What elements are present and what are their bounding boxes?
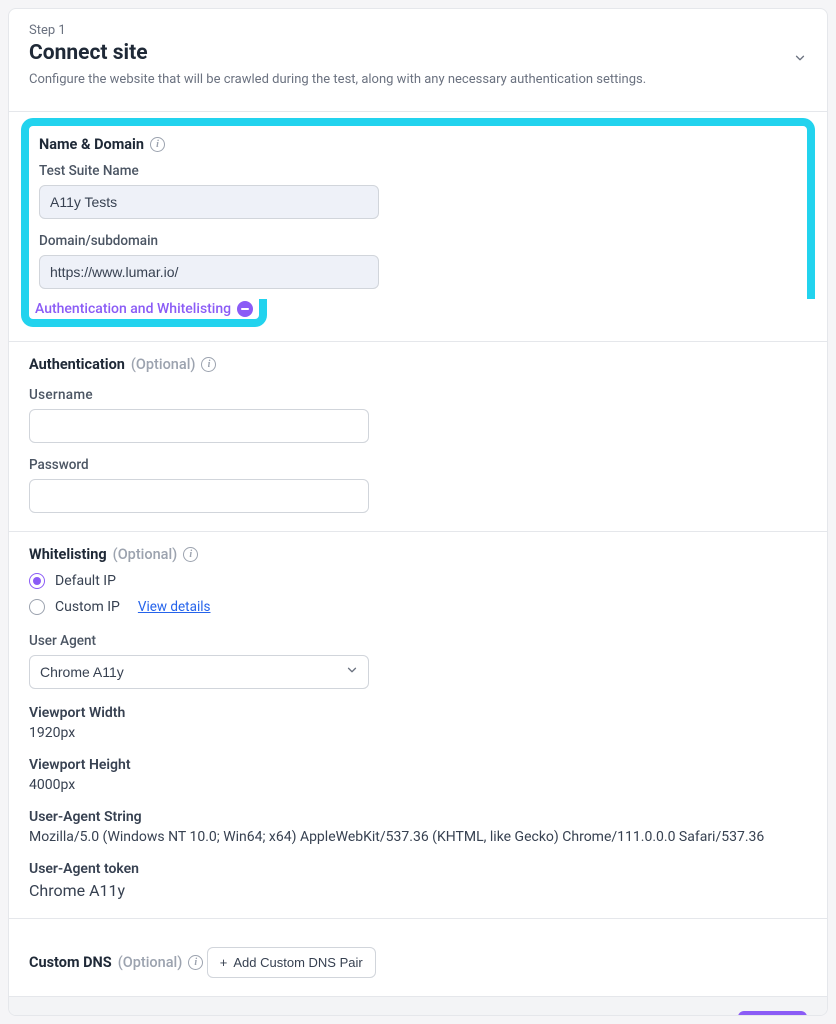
radio-custom-ip-row[interactable]: Custom IP View details	[29, 599, 807, 615]
name-domain-title: Name & Domain	[39, 136, 144, 153]
page-title: Connect site	[29, 41, 807, 65]
user-agent-label: User Agent	[29, 633, 807, 649]
info-icon[interactable]: i	[188, 955, 203, 970]
page-subtitle: Configure the website that will be crawl…	[29, 71, 807, 89]
info-icon[interactable]: i	[201, 357, 216, 372]
name-domain-section: Name & Domain i Test Suite Name Domain/s…	[9, 111, 827, 341]
highlight-box: Name & Domain i Test Suite Name Domain/s…	[21, 118, 815, 299]
viewport-height-label: Viewport Height	[29, 757, 807, 773]
test-suite-name-input[interactable]	[39, 185, 379, 219]
whitelisting-section: Whitelisting (Optional) i Default IP Cus…	[9, 531, 827, 918]
radio-default-ip-label: Default IP	[55, 573, 116, 589]
radio-custom-ip[interactable]	[29, 599, 45, 615]
chevron-down-icon	[793, 51, 807, 65]
test-suite-name-label: Test Suite Name	[39, 163, 797, 179]
radio-default-ip-row[interactable]: Default IP	[29, 573, 807, 589]
viewport-width-value: 1920px	[29, 725, 807, 741]
authentication-title-row: Authentication (Optional) i	[29, 356, 216, 373]
authentication-section: Authentication (Optional) i Username Pas…	[9, 341, 827, 531]
ua-token-label: User-Agent token	[29, 861, 807, 877]
ua-string-value: Mozilla/5.0 (Windows NT 10.0; Win64; x64…	[29, 829, 807, 845]
custom-dns-section: Custom DNS (Optional) i + Add Custom DNS…	[9, 918, 827, 996]
whitelisting-optional: (Optional)	[113, 546, 178, 563]
info-icon[interactable]: i	[183, 547, 198, 562]
save-button[interactable]: Save	[738, 1011, 807, 1016]
password-label: Password	[29, 457, 807, 473]
step-label: Step 1	[29, 23, 807, 38]
collapse-minus-icon	[237, 301, 253, 317]
username-label: Username	[29, 387, 807, 403]
ua-token-value: Chrome A11y	[29, 881, 807, 900]
info-icon[interactable]: i	[150, 137, 165, 152]
whitelisting-title-row: Whitelisting (Optional) i	[29, 546, 198, 563]
ua-string-label: User-Agent String	[29, 809, 807, 825]
footer: Save	[9, 996, 827, 1016]
custom-dns-optional: (Optional)	[118, 954, 183, 971]
view-details-link[interactable]: View details	[138, 599, 211, 615]
authentication-title: Authentication	[29, 356, 125, 373]
custom-dns-title: Custom DNS	[29, 954, 112, 971]
viewport-height-value: 4000px	[29, 777, 807, 793]
authentication-optional: (Optional)	[131, 356, 196, 373]
user-agent-select[interactable]	[29, 655, 369, 689]
auth-whitelist-toggle[interactable]: Authentication and Whitelisting	[21, 299, 267, 327]
add-custom-dns-label: Add Custom DNS Pair	[233, 955, 362, 970]
password-input[interactable]	[29, 479, 369, 513]
plus-icon: +	[220, 955, 228, 970]
domain-input[interactable]	[39, 255, 379, 289]
radio-custom-ip-label: Custom IP	[55, 599, 120, 615]
username-input[interactable]	[29, 409, 369, 443]
custom-dns-title-row: Custom DNS (Optional) i	[29, 954, 203, 971]
user-agent-select-wrap	[29, 655, 369, 689]
card-header: Step 1 Connect site Configure the websit…	[9, 9, 827, 111]
add-custom-dns-button[interactable]: + Add Custom DNS Pair	[207, 947, 376, 978]
name-domain-title-row: Name & Domain i	[39, 136, 165, 153]
step-card: Step 1 Connect site Configure the websit…	[8, 8, 828, 1016]
auth-whitelist-label: Authentication and Whitelisting	[35, 301, 231, 317]
collapse-toggle[interactable]	[793, 51, 807, 69]
whitelisting-title: Whitelisting	[29, 546, 107, 563]
radio-default-ip[interactable]	[29, 573, 45, 589]
viewport-width-label: Viewport Width	[29, 705, 807, 721]
domain-label: Domain/subdomain	[39, 233, 797, 249]
